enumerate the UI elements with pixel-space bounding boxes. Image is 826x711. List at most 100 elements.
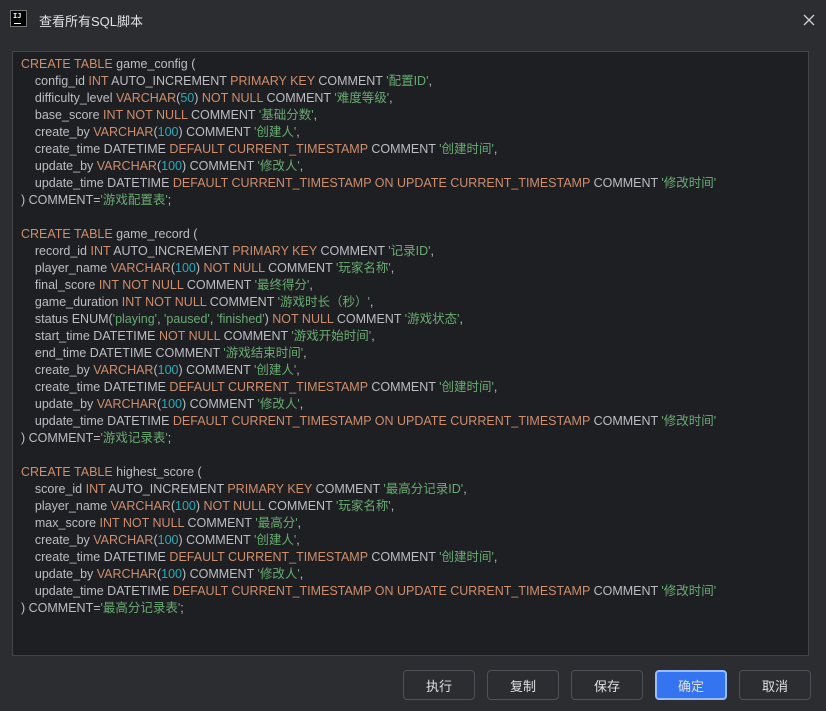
code-token: ) COMMENT — [178, 363, 254, 377]
code-token: , — [299, 159, 304, 173]
code-token: , — [390, 261, 395, 275]
code-token: , — [389, 91, 393, 105]
code-token: ) — [195, 499, 204, 513]
code-token: NOT NULL — [158, 329, 221, 343]
code-token: VARCHAR — [110, 261, 171, 275]
code-token: 100 — [157, 363, 179, 377]
code-token: update_time DATETIME — [21, 584, 173, 598]
code-token: VARCHAR — [110, 499, 171, 513]
code-token: COMMENT — [590, 584, 662, 598]
code-line: status ENUM('playing', 'paused', 'finish… — [21, 311, 716, 328]
code-line: ) COMMENT='游戏配置表'; — [21, 192, 716, 209]
code-token: ) — [195, 261, 204, 275]
code-token: NOT NULL — [203, 499, 265, 513]
code-token: ; — [167, 431, 172, 445]
code-token: , — [493, 550, 498, 564]
code-token: '修改人' — [257, 567, 300, 581]
code-token: '修改时间' — [661, 176, 717, 190]
code-token: update_time DATETIME — [21, 176, 173, 190]
code-token: INT NOT NULL — [99, 516, 185, 530]
code-token: game_duration — [21, 295, 122, 309]
code-line: CREATE TABLE game_record ( — [21, 226, 716, 243]
code-token: '游戏配置表' — [100, 193, 168, 207]
code-token: '创建人' — [253, 363, 297, 377]
close-button[interactable] — [800, 11, 818, 29]
execute-button[interactable]: 执行 — [403, 670, 475, 700]
code-token: create_by — [21, 125, 94, 139]
code-token: , — [157, 312, 165, 326]
ok-button[interactable]: 确定 — [655, 670, 727, 700]
code-token: COMMENT — [333, 312, 405, 326]
code-token: , — [463, 482, 467, 496]
code-line: max_score INT NOT NULL COMMENT '最高分', — [21, 515, 716, 532]
save-button[interactable]: 保存 — [571, 670, 643, 700]
code-token: , — [303, 346, 307, 360]
code-token: , — [371, 329, 375, 343]
code-line: base_score INT NOT NULL COMMENT '基础分数', — [21, 107, 716, 124]
code-token: 100 — [157, 533, 179, 547]
code-line: create_time DATETIME DEFAULT CURRENT_TIM… — [21, 549, 716, 566]
code-line: ) COMMENT='游戏记录表'; — [21, 430, 716, 447]
code-token: end_time DATETIME COMMENT — [21, 346, 224, 360]
code-token: '修改时间' — [661, 584, 717, 598]
code-token: 100 — [161, 397, 182, 411]
code-token: , — [296, 363, 300, 377]
code-token: , — [296, 533, 300, 547]
code-line: config_id INT AUTO_INCREMENT PRIMARY KEY… — [21, 73, 716, 90]
code-token: 100 — [161, 159, 182, 173]
cancel-button[interactable]: 取消 — [739, 670, 811, 700]
code-token: PRIMARY KEY — [232, 244, 317, 258]
sql-editor[interactable]: CREATE TABLE game_config ( config_id INT… — [12, 51, 809, 656]
code-token: '游戏结束时间' — [223, 346, 304, 360]
code-token: , — [493, 380, 498, 394]
code-token: create_time DATETIME — [21, 142, 170, 156]
code-token: , — [459, 312, 463, 326]
code-token: update_time DATETIME — [21, 414, 173, 428]
code-token: config_id — [21, 74, 89, 88]
code-token: record_id — [21, 244, 91, 258]
code-token: INT — [88, 74, 109, 88]
copy-button[interactable]: 复制 — [487, 670, 559, 700]
code-token: COMMENT — [590, 414, 662, 428]
code-token: '创建时间' — [439, 550, 494, 564]
code-token: 50 — [180, 91, 195, 105]
code-token: '最高分记录表' — [100, 601, 181, 615]
code-token: '基础分数' — [258, 108, 314, 122]
code-line: update_by VARCHAR(100) COMMENT '修改人', — [21, 158, 716, 175]
code-token: game_record ( — [112, 227, 198, 241]
code-token: , — [313, 108, 318, 122]
code-line: player_name VARCHAR(100) NOT NULL COMMEN… — [21, 498, 716, 515]
code-line: player_name VARCHAR(100) NOT NULL COMMEN… — [21, 260, 716, 277]
code-token: create_time DATETIME — [21, 550, 170, 564]
code-token: '创建人' — [253, 125, 297, 139]
code-line: create_time DATETIME DEFAULT CURRENT_TIM… — [21, 141, 716, 158]
code-token: '修改人' — [257, 397, 300, 411]
code-token: create_time DATETIME — [21, 380, 170, 394]
code-token: update_by — [21, 567, 97, 581]
code-line: create_time DATETIME DEFAULT CURRENT_TIM… — [21, 379, 716, 396]
code-line: create_by VARCHAR(100) COMMENT '创建人', — [21, 362, 716, 379]
code-token: COMMENT — [590, 176, 662, 190]
code-token: update_by — [21, 397, 97, 411]
code-token: PRIMARY KEY — [230, 74, 315, 88]
code-token: COMMENT — [264, 499, 336, 513]
code-token: game_config ( — [112, 57, 196, 71]
code-token: ) — [194, 91, 202, 105]
code-token: , — [369, 295, 374, 309]
code-token: COMMENT — [206, 295, 278, 309]
code-token: '游戏开始时间' — [291, 329, 372, 343]
code-token: AUTO_INCREMENT — [108, 74, 231, 88]
code-token: COMMENT — [263, 91, 335, 105]
code-token: '创建人' — [253, 533, 297, 547]
code-token: start_time DATETIME — [21, 329, 159, 343]
code-token: '最终得分' — [254, 278, 310, 292]
code-line: score_id INT AUTO_INCREMENT PRIMARY KEY … — [21, 481, 716, 498]
code-token: INT NOT NULL — [103, 108, 188, 122]
code-token: '修改时间' — [661, 414, 717, 428]
close-icon — [803, 14, 815, 26]
code-token: , — [428, 74, 432, 88]
code-line: start_time DATETIME NOT NULL COMMENT '游戏… — [21, 328, 716, 345]
code-token: 100 — [161, 567, 182, 581]
code-token: '记录ID' — [388, 244, 431, 258]
